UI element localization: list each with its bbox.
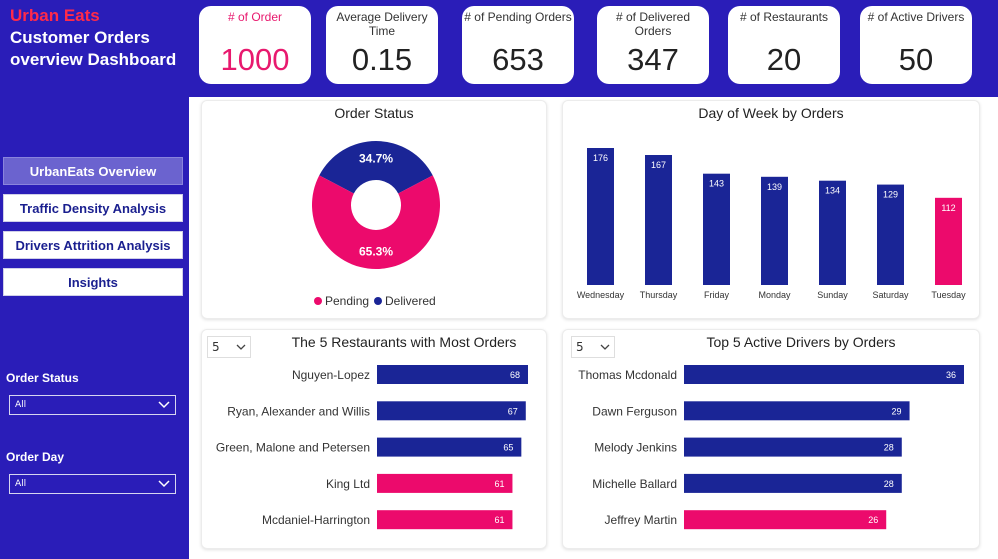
legend-marker-pending bbox=[314, 297, 322, 305]
bar-data-label: 139 bbox=[767, 182, 782, 192]
bar-row-1 bbox=[684, 401, 910, 421]
x-tick-label: Thursday bbox=[640, 290, 678, 300]
bar-data-label: 28 bbox=[884, 479, 894, 489]
brand-name: Urban Eats bbox=[10, 6, 100, 25]
kpi-card-orders: # of Order 1000 bbox=[199, 6, 311, 84]
kpi-card-pending-orders: # of Pending Orders 653 bbox=[462, 6, 574, 84]
top-drivers-card: 5 Top 5 Active Drivers by Orders Thomas … bbox=[562, 329, 980, 549]
y-tick-label: King Ltd bbox=[326, 477, 370, 491]
kpi-value: 1000 bbox=[220, 42, 290, 77]
bar-wednesday bbox=[587, 148, 614, 285]
order-status-value: All bbox=[15, 400, 27, 410]
y-tick-label: Jeffrey Martin bbox=[605, 513, 677, 527]
day-of-week-bar-chart: 176 Wednesday 167 Thursday 143 Friday 139 Monda… bbox=[577, 148, 966, 300]
bar-row-0 bbox=[377, 365, 528, 384]
bar-friday bbox=[703, 173, 730, 285]
kpi-value: 653 bbox=[492, 42, 544, 77]
kpi-card-restaurants: # of Restaurants 20 bbox=[728, 6, 840, 84]
chevron-down-icon bbox=[158, 480, 170, 488]
nav-urbaneats-overview[interactable]: UrbanEats Overview bbox=[3, 157, 183, 185]
y-tick-label: Dawn Ferguson bbox=[592, 404, 677, 418]
bar-data-label: 134 bbox=[825, 186, 840, 196]
bar-monday bbox=[761, 176, 788, 285]
kpi-value: 0.15 bbox=[351, 42, 413, 77]
bar-data-label: 26 bbox=[868, 515, 878, 525]
bar-data-label: 167 bbox=[651, 160, 666, 170]
day-of-week-card: Day of Week by Orders 176 Wednesday 167 Thu… bbox=[562, 100, 980, 319]
bar-row-4 bbox=[684, 510, 887, 530]
bar-data-label: 29 bbox=[892, 406, 902, 416]
nav-traffic-density-analysis[interactable]: Traffic Density Analysis bbox=[3, 194, 183, 222]
kpi-card-avg-delivery-time: Average Delivery Time 0.15 bbox=[326, 6, 438, 84]
bar-row-3 bbox=[684, 473, 902, 493]
x-tick-label: Monday bbox=[758, 290, 791, 300]
kpi-card-active-drivers: # of Active Drivers 50 bbox=[860, 6, 972, 84]
x-tick-label: Friday bbox=[704, 290, 730, 300]
bar-data-label: 67 bbox=[508, 406, 518, 416]
bar-row-3 bbox=[377, 473, 513, 493]
bar-sunday bbox=[819, 180, 846, 285]
bar-row-0 bbox=[684, 365, 964, 384]
kpi-value: 50 bbox=[898, 42, 934, 77]
chevron-down-icon bbox=[158, 401, 170, 409]
donut-data-label: 65.3% bbox=[359, 245, 393, 259]
x-tick-label: Saturday bbox=[872, 290, 909, 300]
y-tick-label: Thomas Mcdonald bbox=[578, 368, 677, 382]
y-tick-label: Mcdaniel-Harrington bbox=[262, 513, 370, 527]
bar-row-4 bbox=[377, 510, 513, 530]
legend-label-delivered: Delivered bbox=[385, 294, 436, 308]
y-tick-label: Nguyen-Lopez bbox=[292, 368, 370, 382]
kpi-label: Average Delivery Time bbox=[336, 10, 428, 38]
kpi-label: # of Restaurants bbox=[739, 10, 829, 24]
bar-data-label: 129 bbox=[883, 190, 898, 200]
bar-data-label: 112 bbox=[941, 203, 955, 213]
kpi-label: # of Order bbox=[227, 10, 283, 24]
bar-data-label: 61 bbox=[494, 479, 504, 489]
top-drivers-bar-chart: Thomas Mcdonald 36 Dawn Ferguson 29 Melody J… bbox=[578, 365, 964, 530]
bar-thursday bbox=[645, 155, 672, 285]
bar-data-label: 36 bbox=[946, 370, 956, 380]
dashboard-title: Customer Orders overview Dashboard bbox=[10, 28, 177, 69]
y-tick-label: Green, Malone and Petersen bbox=[216, 441, 370, 455]
top-restaurants-card: 5 The 5 Restaurants with Most Orders Ngu… bbox=[201, 329, 547, 549]
kpi-label: # of Active Drivers bbox=[867, 10, 965, 24]
y-tick-label: Melody Jenkins bbox=[594, 441, 677, 455]
legend-label-pending: Pending bbox=[325, 294, 369, 308]
order-status-filter-label: Order Status bbox=[6, 371, 79, 385]
bar-data-label: 68 bbox=[510, 370, 520, 380]
x-tick-label: Sunday bbox=[817, 290, 848, 300]
bar-row-1 bbox=[377, 401, 526, 421]
bar-row-2 bbox=[684, 437, 902, 457]
bar-saturday bbox=[877, 184, 904, 285]
kpi-label: # of Pending Orders bbox=[464, 10, 572, 24]
x-tick-label: Wednesday bbox=[577, 290, 625, 300]
y-tick-label: Ryan, Alexander and Willis bbox=[227, 404, 370, 418]
bar-data-label: 61 bbox=[494, 515, 504, 525]
order-status-card: Order Status 34.7% 65.3% Pending Delivered bbox=[201, 100, 547, 319]
order-status-donut-chart: 34.7% 65.3% Pending Delivered bbox=[312, 141, 440, 308]
bar-data-label: 65 bbox=[503, 443, 513, 453]
nav-drivers-attrition-analysis[interactable]: Drivers Attrition Analysis bbox=[3, 231, 183, 259]
bar-data-label: 176 bbox=[593, 153, 608, 163]
bar-data-label: 28 bbox=[884, 443, 894, 453]
top-restaurants-bar-chart: Nguyen-Lopez 68 Ryan, Alexander and Willis… bbox=[216, 365, 528, 530]
kpi-value: 347 bbox=[627, 42, 679, 77]
kpi-card-delivered-orders: # of Delivered Orders 347 bbox=[597, 6, 709, 84]
x-tick-label: Tuesday bbox=[931, 290, 966, 300]
order-day-dropdown[interactable]: All bbox=[9, 474, 176, 494]
dashboard-page: Urban Eats Customer Orders overview Dash… bbox=[0, 0, 998, 559]
bar-row-2 bbox=[377, 437, 522, 457]
donut-data-label: 34.7% bbox=[359, 152, 393, 166]
kpi-value: 20 bbox=[766, 42, 802, 77]
nav-insights[interactable]: Insights bbox=[3, 268, 183, 296]
order-status-dropdown[interactable]: All bbox=[9, 395, 176, 415]
kpi-label: # of Delivered Orders bbox=[615, 10, 691, 38]
y-tick-label: Michelle Ballard bbox=[592, 477, 677, 491]
sidebar: Urban Eats Customer Orders overview Dash… bbox=[0, 0, 189, 559]
legend-marker-delivered bbox=[374, 297, 382, 305]
bar-data-label: 143 bbox=[709, 179, 724, 189]
order-day-value: All bbox=[15, 479, 27, 489]
order-day-filter-label: Order Day bbox=[6, 450, 65, 464]
